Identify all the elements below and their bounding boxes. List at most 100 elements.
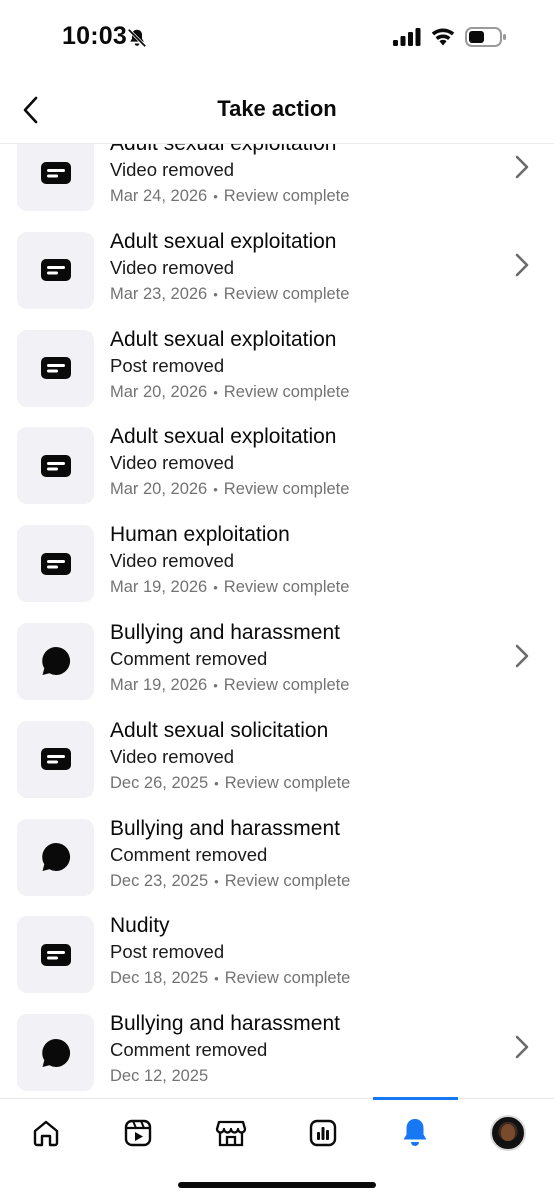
item-text: Bullying and harassment Comment removed De… (110, 815, 494, 895)
item-meta: Mar 20, 2026 • Review complete (110, 379, 494, 406)
header: Take action (0, 76, 554, 144)
item-text: Bullying and harassment Comment removed De… (110, 1010, 494, 1089)
comment-icon (41, 843, 70, 872)
meta-separator: • (214, 873, 219, 889)
item-title: Adult sexual exploitation (110, 229, 337, 253)
item-meta: Mar 20, 2026 • Review complete (110, 476, 494, 503)
post-icon (40, 259, 71, 282)
item-thumbnail (17, 525, 94, 603)
list-item[interactable]: Human exploitation Video removed Mar 19, 2… (0, 523, 554, 623)
item-text: Adult sexual exploitationVideo removedMa… (110, 423, 494, 503)
item-status: Review complete (223, 187, 350, 205)
item-date: Dec 26, 2025 (110, 773, 209, 792)
post-icon (40, 943, 71, 966)
comment-icon (41, 1038, 70, 1067)
meta-separator: • (213, 482, 218, 498)
item-action: Comment removed (110, 647, 268, 669)
item-title: Nudity (110, 914, 170, 938)
meta-separator: • (214, 971, 219, 987)
item-thumbnail (17, 622, 94, 700)
item-text: Bullying and harassment Comment removed Ma… (110, 619, 494, 699)
list-item[interactable]: Adult sexual exploitation Post removed Mar… (0, 328, 554, 428)
page-title: Take action (217, 96, 337, 121)
marketplace-icon (215, 1120, 247, 1147)
item-thumbnail (17, 231, 94, 309)
nav-video[interactable] (118, 1115, 158, 1151)
active-tab-indicator (373, 1097, 458, 1100)
item-title: Adult sexual exploitation (110, 425, 337, 449)
nav-notifications[interactable] (395, 1115, 435, 1151)
item-action: Video removed (110, 256, 235, 278)
chevron-right-icon (515, 1035, 529, 1059)
item-meta: Dec 26, 2025 • Review complete (110, 770, 494, 797)
home-indicator (178, 1182, 376, 1188)
item-status: Review complete (223, 480, 350, 499)
item-date: Mar 20, 2026 (110, 382, 208, 401)
item-action: Video removed (110, 745, 235, 767)
item-title: Bullying and harassment (110, 620, 340, 644)
item-status: Review complete (224, 969, 351, 988)
item-meta: Dec 12, 2025 (110, 1063, 494, 1089)
item-status: Review complete (224, 871, 351, 890)
item-title: Adult sexual exploitation (110, 327, 337, 351)
item-meta: Mar 24, 2026 • Review complete (110, 183, 494, 210)
nav-dashboard[interactable] (303, 1115, 343, 1151)
item-title: Adult sexual exploitation (110, 144, 494, 157)
home-icon (33, 1120, 59, 1147)
list-item[interactable]: Adult sexual exploitationVideo removedMa… (0, 425, 554, 525)
item-text: Adult sexual exploitation Post removed Mar… (110, 326, 494, 406)
meta-separator: • (213, 580, 218, 596)
item-thumbnail (17, 427, 94, 505)
item-status: Review complete (223, 578, 350, 597)
item-action: Post removed (110, 354, 225, 376)
meta-separator: • (214, 775, 219, 791)
bell-off-icon (127, 28, 147, 48)
item-date: Mar 20, 2026 (110, 480, 208, 499)
item-date: Mar 24, 2026 (110, 187, 208, 205)
meta-separator: • (213, 384, 218, 400)
nav-home[interactable] (26, 1115, 66, 1151)
post-icon (40, 357, 71, 380)
list-item[interactable]: Bullying and harassment Comment removed De… (0, 1012, 554, 1098)
status-bar: 10:03 (0, 0, 554, 76)
item-status: Review complete (224, 773, 351, 792)
item-date: Dec 12, 2025 (110, 1067, 209, 1086)
item-status: Review complete (223, 675, 350, 694)
item-thumbnail (17, 144, 94, 211)
cellular-signal-icon (393, 28, 421, 46)
item-thumbnail (17, 1014, 94, 1092)
item-title: Bullying and harassment (110, 1012, 340, 1036)
item-meta: Dec 23, 2025 • Review complete (110, 868, 494, 895)
item-date: Mar 19, 2026 (110, 675, 208, 694)
list-item[interactable]: Nudity Post removed Dec 18, 2025 • Review co… (0, 914, 554, 1014)
chevron-right-icon (515, 253, 529, 277)
item-text: Nudity Post removed Dec 18, 2025 • Review co… (110, 912, 494, 992)
chevron-right-icon (515, 644, 529, 668)
nav-marketplace[interactable] (211, 1115, 251, 1151)
comment-icon (41, 647, 70, 676)
item-date: Mar 23, 2026 (110, 284, 208, 303)
post-icon (40, 454, 71, 477)
item-action: Video removed (110, 452, 235, 474)
item-meta: Mar 19, 2026 • Review complete (110, 672, 494, 699)
list-item[interactable]: Adult sexual solicitation Video removed De… (0, 719, 554, 819)
meta-separator: • (213, 677, 218, 693)
nav-profile[interactable] (488, 1115, 528, 1151)
item-thumbnail (17, 720, 94, 798)
profile-avatar (490, 1115, 526, 1151)
bell-icon (403, 1119, 427, 1146)
item-text: Adult sexual exploitation Video removed Ma… (110, 144, 494, 210)
list-item[interactable]: Bullying and harassment Comment removed De… (0, 817, 554, 917)
post-icon (40, 748, 71, 771)
list-item[interactable]: Adult sexual exploitation Video removed Ma… (0, 144, 554, 232)
item-action: Video removed (110, 159, 235, 180)
item-meta: Mar 19, 2026 • Review complete (110, 574, 494, 601)
item-thumbnail (17, 916, 94, 994)
list-item[interactable]: Adult sexual exploitation Video removed Ma… (0, 230, 554, 330)
list-item[interactable]: Bullying and harassment Comment removed Ma… (0, 621, 554, 721)
item-text: Human exploitation Video removed Mar 19, 2… (110, 521, 494, 601)
item-action: Video removed (110, 550, 235, 572)
wifi-icon (431, 28, 455, 46)
item-action: Comment removed (110, 1039, 268, 1061)
dashboard-icon (309, 1119, 337, 1147)
